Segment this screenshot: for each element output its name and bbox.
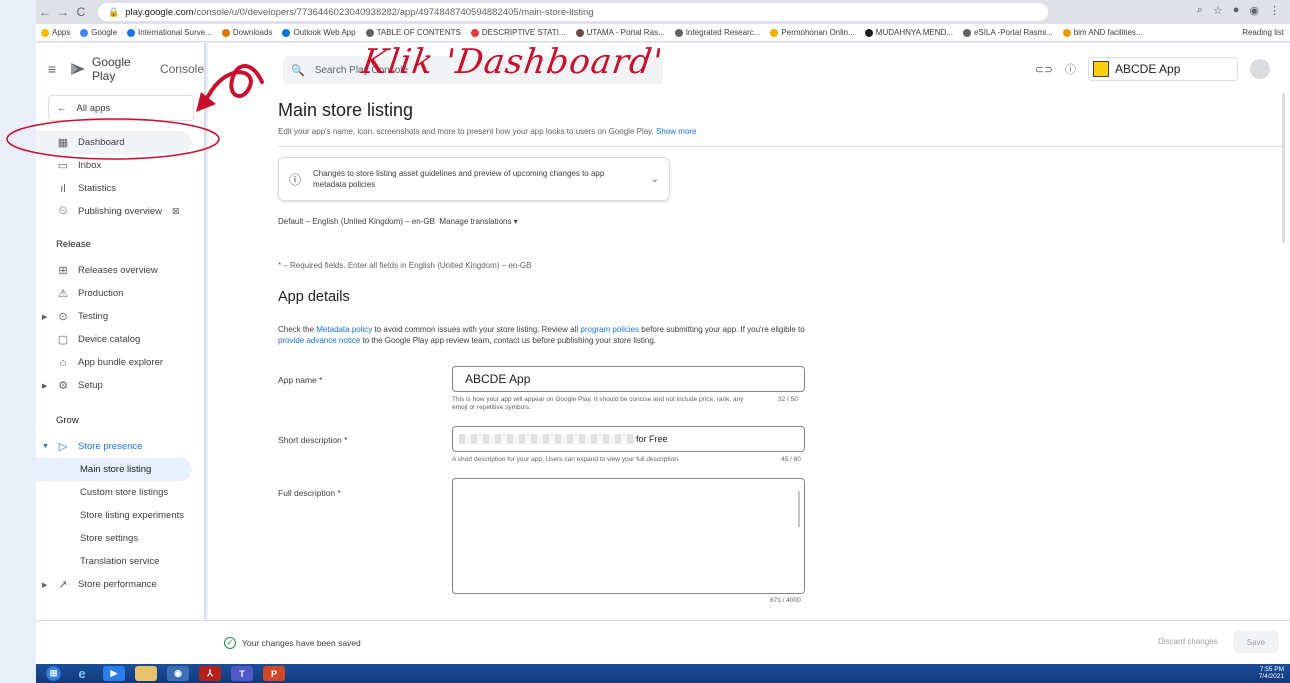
annotation-arrow-icon	[201, 64, 264, 106]
annotation-overlay	[6, 64, 264, 160]
annotation-arrowhead	[196, 92, 216, 112]
dashboard-highlight-ellipse	[6, 118, 220, 160]
annotation-text: Klik 'Dashboard'	[359, 42, 666, 82]
